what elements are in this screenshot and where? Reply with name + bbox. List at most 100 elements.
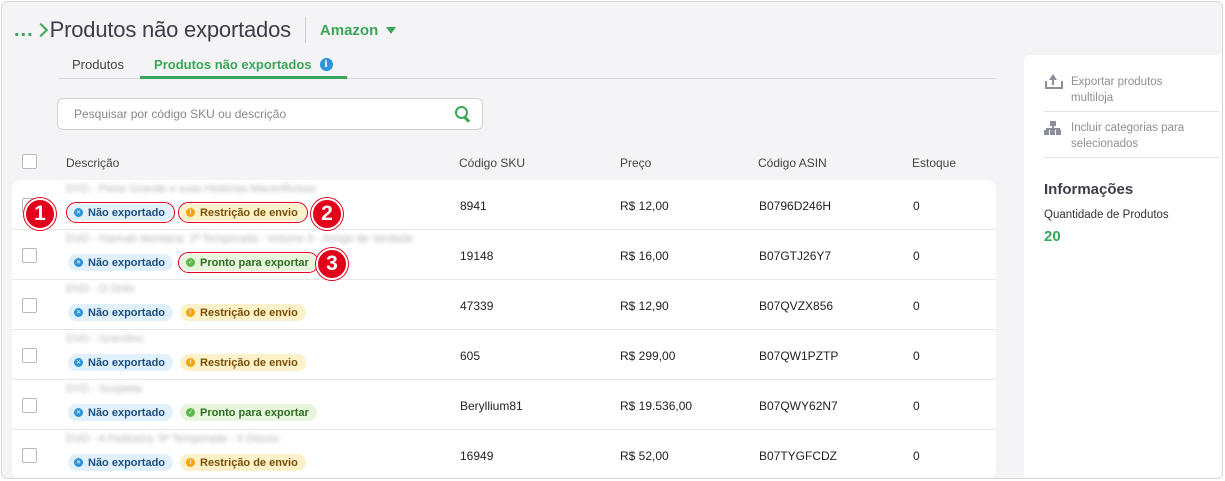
warning-icon: ! — [186, 308, 196, 317]
sku-cell: 47339 — [460, 299, 494, 313]
asin-cell: B07GTJ26Y7 — [759, 249, 832, 263]
price-cell: R$ 19.536,00 — [620, 399, 693, 413]
search-icon[interactable] — [454, 105, 472, 123]
badge-label: Não exportado — [88, 256, 166, 269]
sku-cell: 19148 — [460, 249, 494, 263]
sku-cell: Beryllium81 — [460, 399, 523, 413]
shipping-restriction-badge: ! Restrição de envio — [180, 304, 306, 321]
tab-produtos-nao-exportados[interactable]: Produtos não exportados i — [140, 52, 347, 79]
close-icon: ✕ — [74, 458, 83, 467]
export-multistore-label: Exportar produtos multiloja — [1071, 76, 1163, 104]
product-description: DVD - A Feiticeira: 8ª Temporada - 4 Dis… — [66, 433, 279, 445]
price-cell: R$ 52,00 — [620, 449, 669, 463]
price-cell: R$ 12,00 — [620, 199, 669, 213]
asin-cell: B07QW1PZTP — [759, 349, 839, 363]
product-description: DVD - Hannah Montana: 2ª Temporada - Vol… — [66, 233, 413, 245]
status-badge-not-exported: ✕ Não exportado — [68, 404, 174, 421]
annotation-marker-1: 1 — [24, 198, 56, 230]
badge-label: Restrição de envio — [200, 456, 298, 469]
column-header-descricao[interactable]: Descrição — [66, 156, 119, 170]
table-row[interactable]: DVD - Peixe Grande e suas Histórias Mara… — [12, 180, 996, 230]
tab-produtos[interactable]: Produtos — [58, 52, 138, 79]
price-cell: R$ 12,90 — [620, 299, 669, 313]
check-icon: ✓ — [186, 258, 196, 267]
product-description: DVD - O Grito — [66, 283, 135, 295]
ready-to-export-badge: ✓ Pronto para exportar — [180, 404, 317, 421]
table-row[interactable]: DVD - Suspeita ✕ Não exportado ✓ Pronto pa… — [12, 380, 996, 430]
column-header-sku[interactable]: Código SKU — [459, 156, 525, 170]
badge-label: Restrição de envio — [200, 356, 298, 369]
stock-cell: 0 — [913, 349, 920, 363]
select-all-checkbox[interactable] — [22, 154, 37, 169]
divider — [1044, 111, 1219, 112]
badge-label: Pronto para exportar — [200, 406, 309, 419]
row-checkbox[interactable] — [22, 248, 37, 263]
status-badge-not-exported: ✕ Não exportado — [65, 202, 176, 223]
stock-cell: 0 — [913, 449, 920, 463]
breadcrumb-ellipsis[interactable]: ... — [14, 19, 34, 42]
close-icon: ✕ — [74, 208, 83, 217]
badge-label: Restrição de envio — [200, 206, 298, 219]
product-description: DVD - Peixe Grande e suas Histórias Mara… — [66, 183, 316, 195]
table-row[interactable]: DVD - O Grito ✕ Não exportado ! Restrição … — [12, 280, 996, 330]
info-title: Informações — [1044, 181, 1134, 198]
price-cell: R$ 16,00 — [620, 249, 669, 263]
table-row[interactable]: DVD - Gremlins ✕ Não exportado ! Restrição… — [12, 330, 996, 380]
breadcrumb[interactable]: ... — [14, 19, 50, 42]
stock-cell: 0 — [913, 299, 920, 313]
search-input[interactable] — [74, 107, 454, 121]
tab-label: Produtos não exportados — [154, 57, 312, 72]
search-box — [57, 98, 483, 130]
product-description: DVD - Suspeita — [66, 383, 142, 395]
warning-icon: ! — [186, 208, 196, 217]
info-sidebar: Exportar produtos multiloja Incluir cate… — [1024, 55, 1222, 478]
row-checkbox[interactable] — [22, 448, 37, 463]
badge-label: Não exportado — [88, 456, 166, 469]
include-categories-button[interactable]: Incluir categorias para selecionados — [1044, 120, 1211, 152]
row-badges: ✕ Não exportado ✓ Pronto para exportar — [68, 252, 319, 273]
include-categories-label: Incluir categorias para selecionados — [1071, 122, 1185, 150]
close-icon: ✕ — [74, 258, 83, 267]
sku-cell: 8941 — [460, 199, 487, 213]
status-badge-not-exported: ✕ Não exportado — [68, 454, 174, 471]
row-checkbox[interactable] — [22, 298, 37, 313]
row-checkbox[interactable] — [22, 398, 37, 413]
shipping-restriction-badge: ! Restrição de envio — [180, 454, 306, 471]
asin-cell: B07TYGFCDZ — [759, 449, 838, 463]
annotation-marker-3: 3 — [316, 248, 348, 280]
check-icon: ✓ — [186, 408, 196, 417]
caret-down-icon — [386, 26, 397, 34]
asin-cell: B0796D246H — [759, 199, 832, 213]
column-header-preco[interactable]: Preço — [620, 156, 651, 170]
warning-icon: ! — [186, 358, 196, 367]
close-icon: ✕ — [74, 358, 83, 367]
row-badges: ✕ Não exportado ! Restrição de envio — [68, 304, 306, 321]
product-table: DVD - Peixe Grande e suas Histórias Mara… — [12, 180, 996, 478]
badge-label: Não exportado — [88, 206, 166, 219]
row-badges: ✕ Não exportado ! Restrição de envio — [68, 454, 306, 471]
info-icon[interactable]: i — [319, 58, 333, 71]
table-row[interactable]: DVD - Hannah Montana: 2ª Temporada - Vol… — [12, 230, 996, 280]
close-icon: ✕ — [74, 308, 83, 317]
product-description: DVD - Gremlins — [66, 333, 144, 345]
table-row[interactable]: DVD - A Feiticeira: 8ª Temporada - 4 Dis… — [12, 430, 996, 478]
divider — [1044, 157, 1219, 158]
export-multistore-button[interactable]: Exportar produtos multiloja — [1044, 74, 1201, 106]
badge-label: Restrição de envio — [200, 306, 298, 319]
column-header-estoque[interactable]: Estoque — [912, 156, 956, 170]
product-count-label: Quantidade de Produtos — [1044, 209, 1169, 221]
row-badges: ✕ Não exportado ! Restrição de envio — [65, 202, 308, 223]
row-checkbox[interactable] — [22, 348, 37, 363]
chevron-right-icon — [33, 22, 48, 38]
badge-label: Pronto para exportar — [200, 256, 309, 269]
column-header-asin[interactable]: Código ASIN — [758, 156, 827, 170]
annotation-marker-2: 2 — [311, 198, 343, 230]
upload-icon — [1044, 74, 1063, 90]
status-badge-not-exported: ✕ Não exportado — [68, 354, 174, 371]
asin-cell: B07QWY62N7 — [759, 399, 838, 413]
store-dropdown[interactable]: Amazon — [320, 22, 397, 39]
badge-label: Não exportado — [88, 406, 166, 419]
page-title: Produtos não exportados — [49, 17, 291, 42]
price-cell: R$ 299,00 — [620, 349, 676, 363]
sku-cell: 16949 — [460, 449, 494, 463]
